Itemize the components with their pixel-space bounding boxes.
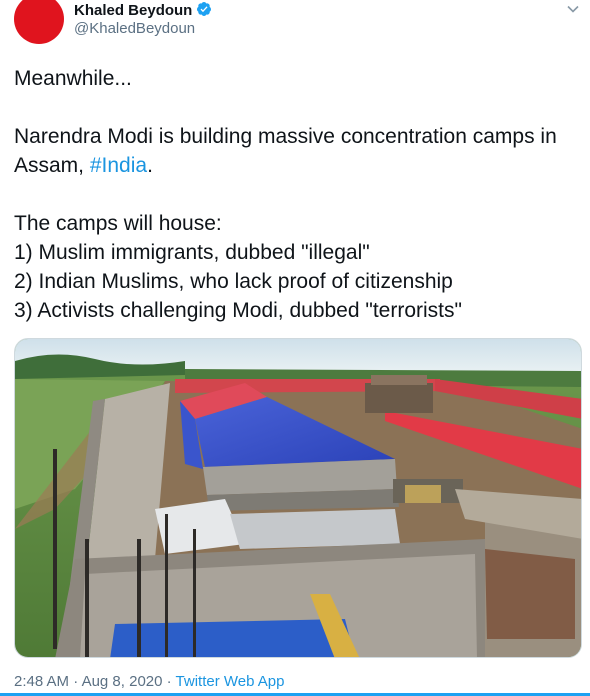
author-name-row[interactable]: Khaled Beydoun xyxy=(74,1,212,19)
verified-badge-icon xyxy=(197,2,212,16)
meta-separator-2: · xyxy=(162,673,176,690)
tweet-source-link[interactable]: Twitter Web App xyxy=(176,673,285,690)
author-display-name[interactable]: Khaled Beydoun xyxy=(74,2,192,19)
tweet-text: Meanwhile... Narendra Modi is building m… xyxy=(14,64,584,325)
tweet-date[interactable]: Aug 8, 2020 xyxy=(82,673,163,690)
tweet-media-photo[interactable] xyxy=(14,338,582,658)
aerial-photo-image xyxy=(15,339,581,657)
tweet-meta: 2:48 AM · Aug 8, 2020 · Twitter Web App xyxy=(14,673,284,690)
meta-separator: · xyxy=(69,673,82,690)
chevron-down-icon[interactable] xyxy=(566,2,580,16)
author-handle[interactable]: @KhaledBeydoun xyxy=(74,20,195,37)
tweet-timestamp[interactable]: 2:48 AM xyxy=(14,673,69,690)
tweet-text-list: . The camps will house: 1) Muslim immigr… xyxy=(14,154,462,322)
avatar[interactable] xyxy=(14,0,64,44)
hashtag-link[interactable]: #India xyxy=(90,154,147,177)
